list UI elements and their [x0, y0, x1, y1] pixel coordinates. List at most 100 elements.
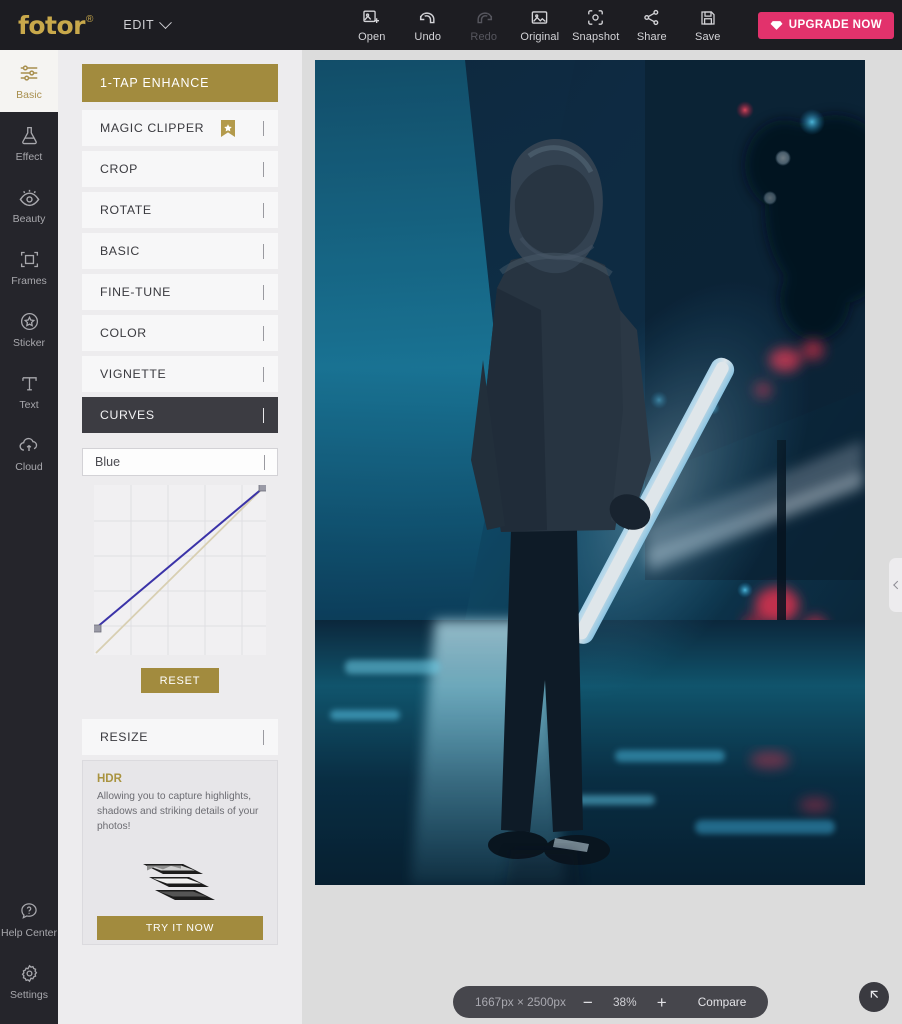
original-image-icon [530, 8, 549, 28]
chevron-down-icon [264, 455, 265, 470]
accordion-vignette[interactable]: VIGNETTE [82, 356, 278, 392]
gear-icon [19, 961, 40, 985]
curves-reset-button[interactable]: RESET [141, 668, 219, 693]
zoom-level-value: 38% [612, 995, 637, 1009]
accordion-fine-tune-label: FINE-TUNE [100, 285, 171, 299]
undo-icon [418, 8, 438, 28]
flask-icon [19, 123, 40, 147]
curves-channel-select[interactable]: Blue [82, 448, 278, 476]
fit-to-screen-button[interactable] [859, 982, 889, 1012]
accordion-resize[interactable]: RESIZE [82, 719, 278, 755]
accordion-basic-label: BASIC [100, 244, 140, 258]
save-floppy-icon [699, 8, 717, 28]
sidebar-item-cloud[interactable]: Cloud [0, 422, 58, 484]
sidebar-item-cloud-label: Cloud [15, 461, 43, 473]
hdr-try-it-now-button[interactable]: TRY IT NOW [97, 916, 263, 941]
snapshot-button[interactable]: Snapshot [568, 8, 624, 43]
undo-button[interactable]: Undo [400, 8, 456, 43]
one-tap-enhance-button[interactable]: 1-TAP ENHANCE [82, 64, 278, 102]
accordion-curves[interactable]: CURVES [82, 397, 278, 433]
redo-icon [474, 8, 494, 28]
zoom-out-button[interactable]: − [583, 994, 593, 1011]
edit-menu-dropdown[interactable]: EDIT [123, 15, 173, 32]
one-tap-enhance-label: 1-TAP ENHANCE [100, 76, 210, 90]
sidebar-item-text[interactable]: Text [0, 360, 58, 422]
chevron-down-icon [263, 121, 264, 136]
hdr-try-it-now-label: TRY IT NOW [145, 922, 215, 935]
accordion-magic-clipper[interactable]: MAGIC CLIPPER [82, 110, 278, 146]
help-question-icon [19, 899, 39, 923]
edited-photo[interactable] [315, 60, 865, 885]
sidebar-item-text-label: Text [19, 399, 39, 411]
toolbar-actions: Open Undo Redo Original Snapshot Share S… [344, 8, 736, 43]
chevron-down-icon [263, 244, 264, 259]
sidebar-item-settings[interactable]: Settings [0, 950, 58, 1012]
sliders-icon [18, 61, 40, 85]
accordion-rotate[interactable]: ROTATE [82, 192, 278, 228]
snapshot-button-label: Snapshot [572, 30, 620, 43]
open-button[interactable]: Open [344, 8, 400, 43]
chevron-down-icon [263, 730, 264, 745]
pro-bookmark-icon [220, 119, 235, 137]
text-t-icon [19, 371, 40, 395]
sidebar-item-help-center[interactable]: Help Center [0, 888, 58, 950]
open-image-icon [362, 8, 381, 28]
curves-graph[interactable] [94, 485, 266, 655]
curves-reset-label: RESET [159, 674, 201, 687]
accordion-fine-tune[interactable]: FINE-TUNE [82, 274, 278, 310]
diamond-icon [770, 20, 783, 31]
curves-channel-value: Blue [95, 455, 121, 469]
accordion-magic-clipper-label: MAGIC CLIPPER [100, 121, 205, 135]
sidebar-item-sticker[interactable]: Sticker [0, 298, 58, 360]
image-dimensions: 1667px × 2500px [475, 995, 566, 1009]
chevron-down-icon [263, 162, 264, 177]
app-logo[interactable]: fotor ® [18, 13, 93, 38]
chevron-left-icon [892, 580, 902, 590]
left-sidebar: Basic Effect Beauty Frames Sticker Text … [0, 50, 58, 1024]
upgrade-now-button[interactable]: UPGRADE NOW [757, 11, 894, 39]
accordion-color-label: COLOR [100, 326, 147, 340]
accordion-crop[interactable]: CROP [82, 151, 278, 187]
accordion-crop-label: CROP [100, 162, 138, 176]
logo-registered-mark: ® [86, 13, 94, 25]
original-button[interactable]: Original [512, 8, 568, 43]
sidebar-item-beauty-label: Beauty [12, 213, 46, 225]
sidebar-item-settings-label: Settings [10, 989, 48, 1001]
hdr-promo-text: Allowing you to capture highlights, shad… [97, 791, 259, 832]
accordion-basic[interactable]: BASIC [82, 233, 278, 269]
curves-editor: Blue RESET [82, 438, 278, 697]
right-panel-toggle[interactable] [889, 558, 902, 612]
share-button-label: Share [636, 30, 667, 43]
accordion-rotate-label: ROTATE [100, 203, 152, 217]
accordion-resize-label: RESIZE [100, 730, 149, 744]
accordion-curves-label: CURVES [100, 408, 155, 422]
redo-button: Redo [456, 8, 512, 43]
accordion-color[interactable]: COLOR [82, 315, 278, 351]
sidebar-item-frames[interactable]: Frames [0, 236, 58, 298]
sidebar-item-basic[interactable]: Basic [0, 50, 58, 112]
zoom-in-button[interactable]: + [657, 994, 667, 1011]
fotor-editor-app: fotor ® EDIT Open Undo Redo Original Sna… [0, 0, 902, 1024]
sidebar-bottom-group: Help Center Settings [0, 888, 58, 1012]
share-icon [642, 8, 661, 28]
frame-icon [19, 247, 40, 271]
chevron-down-icon [263, 326, 264, 341]
chevron-up-icon [263, 408, 264, 423]
compare-button[interactable]: Compare [698, 995, 747, 1009]
accordion-vignette-label: VIGNETTE [100, 367, 167, 381]
editor-canvas [302, 50, 902, 1024]
chevron-down-icon [263, 367, 264, 382]
sidebar-item-effect[interactable]: Effect [0, 112, 58, 174]
sidebar-item-beauty[interactable]: Beauty [0, 174, 58, 236]
save-button[interactable]: Save [680, 8, 736, 43]
sidebar-item-effect-label: Effect [15, 151, 43, 163]
share-button[interactable]: Share [624, 8, 680, 43]
eye-icon [18, 185, 41, 209]
redo-button-label: Redo [470, 30, 498, 43]
hdr-promo-card[interactable]: HDR Allowing you to capture highlights, … [82, 760, 278, 946]
original-button-label: Original [520, 30, 560, 43]
edit-menu-label: EDIT [123, 18, 155, 32]
arrow-up-left-icon [867, 987, 882, 1007]
logo-text: fotor [18, 10, 86, 40]
sidebar-item-frames-label: Frames [11, 275, 47, 287]
